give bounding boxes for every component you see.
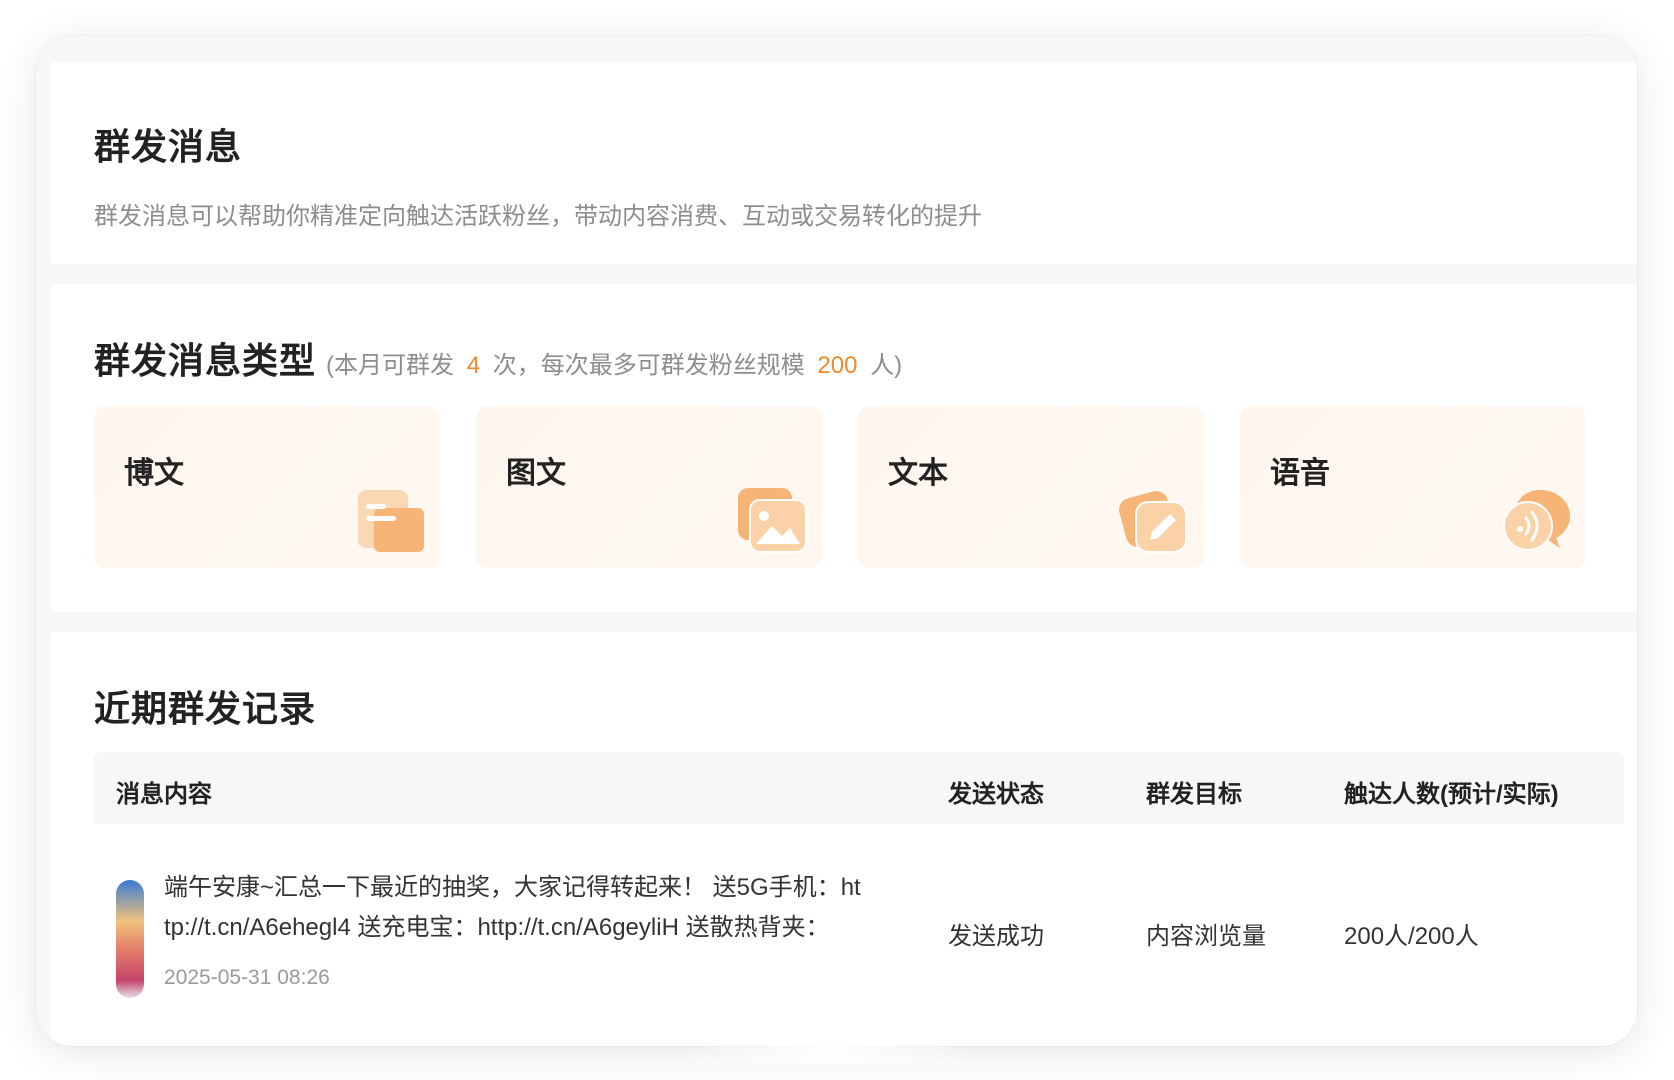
message-thumbnail xyxy=(116,880,144,998)
quota-times: 4 xyxy=(466,352,481,379)
types-title: 群发消息类型 xyxy=(94,340,317,381)
app-window: 群发消息 群发消息可以帮助你精准定向触达活跃粉丝，带动内容消费、互动或交易转化的… xyxy=(36,36,1637,1046)
col-content: 消息内容 xyxy=(116,781,212,808)
reach-text: 200人/200人 xyxy=(1344,923,1479,950)
status-text: 发送成功 xyxy=(948,923,1044,950)
records-table: 消息内容 发送状态 群发目标 触达人数(预计/实际) 端午安康~汇总一下最近的抽… xyxy=(94,752,1624,1014)
page-title: 群发消息 xyxy=(94,126,243,167)
message-content[interactable]: 端午安康~汇总一下最近的抽奖，大家记得转起来！ 送5G手机：ht tp://t.… xyxy=(164,868,904,948)
type-card-image-text[interactable]: 图文 xyxy=(476,406,822,568)
quota-fans: 200 xyxy=(817,352,858,379)
document-icon xyxy=(358,490,424,552)
quota-text: (本月可群发 4 次，每次最多可群发粉丝规模 200 人) xyxy=(326,352,903,379)
header-panel: 群发消息 群发消息可以帮助你精准定向触达活跃粉丝，带动内容消费、互动或交易转化的… xyxy=(50,62,1637,264)
pencil-icon xyxy=(1119,491,1187,553)
voice-bubble-icon xyxy=(1503,490,1570,551)
type-card-voice[interactable]: 语音 xyxy=(1240,406,1586,568)
target-text: 内容浏览量 xyxy=(1146,923,1266,950)
records-panel: 近期群发记录 消息内容 发送状态 群发目标 触达人数(预计/实际) 端午安康~汇… xyxy=(50,632,1637,1046)
type-cards: 博文 图文 文本 语音 xyxy=(94,406,1586,568)
records-title: 近期群发记录 xyxy=(94,688,317,729)
page-description: 群发消息可以帮助你精准定向触达活跃粉丝，带动内容消费、互动或交易转化的提升 xyxy=(94,203,982,230)
col-reach: 触达人数(预计/实际) xyxy=(1344,781,1559,808)
scroll-fade xyxy=(680,1000,980,1064)
table-row[interactable]: 端午安康~汇总一下最近的抽奖，大家记得转起来！ 送5G手机：ht tp://t.… xyxy=(94,824,1624,1014)
type-card-blog[interactable]: 博文 xyxy=(94,406,440,568)
col-status: 发送状态 xyxy=(948,781,1044,808)
table-header: 消息内容 发送状态 群发目标 触达人数(预计/实际) xyxy=(94,752,1624,824)
image-icon xyxy=(738,488,807,553)
col-target: 群发目标 xyxy=(1146,781,1242,808)
message-time: 2025-05-31 08:26 xyxy=(164,966,330,989)
message-types-panel: 群发消息类型 (本月可群发 4 次，每次最多可群发粉丝规模 200 人) 博文 xyxy=(50,284,1637,612)
type-card-text[interactable]: 文本 xyxy=(858,406,1204,568)
types-title-row: 群发消息类型 (本月可群发 4 次，每次最多可群发粉丝规模 200 人) xyxy=(94,332,902,384)
